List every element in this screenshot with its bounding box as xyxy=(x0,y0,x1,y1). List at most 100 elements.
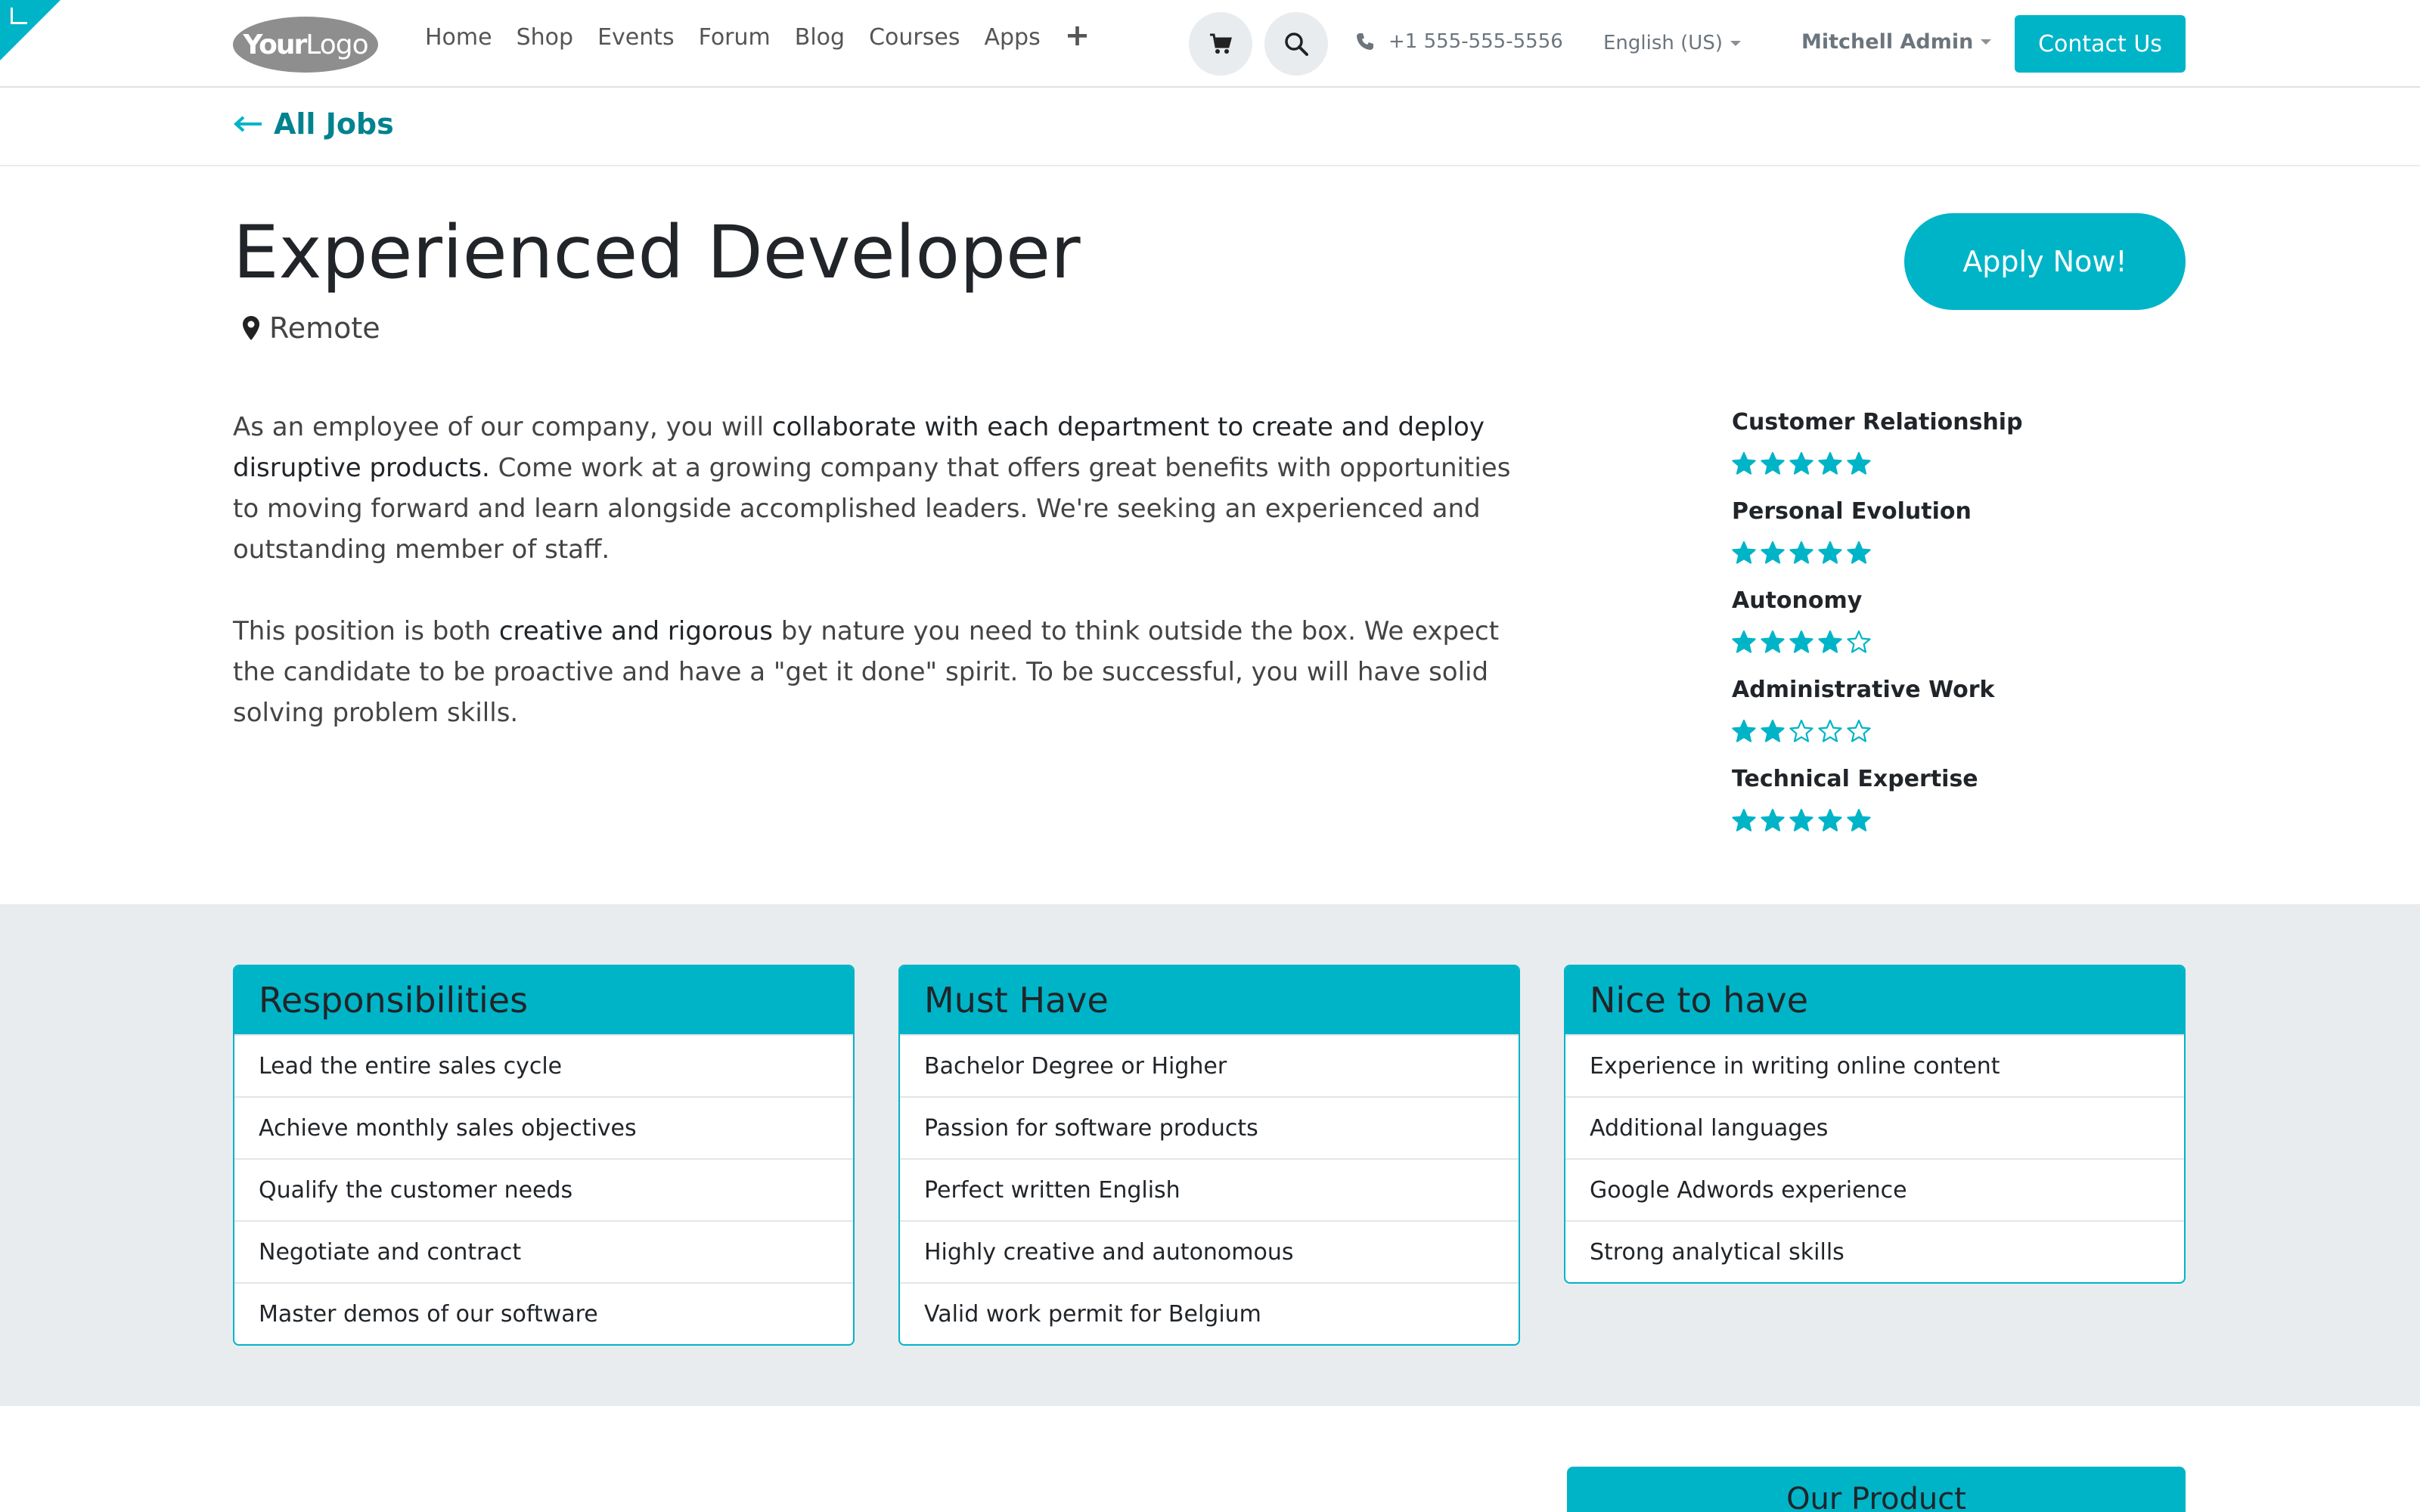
star-empty-icon xyxy=(1818,719,1842,742)
rating-stars xyxy=(1732,797,2110,851)
card-must-have: Must Have Bachelor Degree or Higher Pass… xyxy=(898,965,1520,1346)
description-highlight: creative and rigorous xyxy=(498,616,773,646)
list-item: Negotiate and contract xyxy=(234,1220,853,1282)
rating-stars xyxy=(1732,440,2110,494)
all-jobs-link[interactable]: All Jobs xyxy=(233,107,394,141)
card-title: Must Have xyxy=(900,966,1519,1034)
language-label: English (US) xyxy=(1603,32,1723,54)
list-item: Bachelor Degree or Higher xyxy=(900,1034,1519,1096)
rating-administrative-work: Administrative Work xyxy=(1732,673,2110,762)
nav-home[interactable]: Home xyxy=(425,24,492,51)
star-filled-icon xyxy=(1847,451,1871,475)
nav-shop[interactable]: Shop xyxy=(517,24,573,51)
star-filled-icon xyxy=(1761,451,1785,475)
card-nice-to-have: Nice to have Experience in writing onlin… xyxy=(1564,965,2186,1284)
description-paragraph: This position is both creative and rigor… xyxy=(233,611,1534,733)
card-title: Responsibilities xyxy=(234,966,853,1034)
nav-blog[interactable]: Blog xyxy=(795,24,845,51)
star-filled-icon xyxy=(1732,541,1756,564)
rating-technical-expertise: Technical Expertise xyxy=(1732,762,2110,851)
logo-text-logo: Logo xyxy=(306,29,368,60)
rating-customer-relationship: Customer Relationship xyxy=(1732,405,2110,494)
map-marker-icon xyxy=(243,316,259,340)
search-button[interactable] xyxy=(1264,12,1328,76)
list-item: Qualify the customer needs xyxy=(234,1158,853,1220)
rating-label: Autonomy xyxy=(1732,587,1863,614)
phone-link[interactable]: +1 555-555-5556 xyxy=(1355,30,1563,53)
rating-autonomy: Autonomy xyxy=(1732,584,2110,673)
star-filled-icon xyxy=(1789,630,1813,653)
star-empty-icon xyxy=(1847,719,1871,742)
our-product-card: Our Product xyxy=(1567,1467,2186,1512)
job-title: Experienced Developer xyxy=(233,210,1081,295)
job-location: Remote xyxy=(242,311,380,345)
star-filled-icon xyxy=(1789,451,1813,475)
rating-label: Administrative Work xyxy=(1732,677,1995,703)
contact-us-button[interactable]: Contact Us xyxy=(2015,15,2186,73)
card-responsibilities: Responsibilities Lead the entire sales c… xyxy=(233,965,855,1346)
rating-label: Personal Evolution xyxy=(1732,498,1972,525)
apply-now-button[interactable]: Apply Now! xyxy=(1904,213,2186,310)
star-filled-icon xyxy=(1732,808,1756,832)
star-filled-icon xyxy=(1761,541,1785,564)
star-filled-icon xyxy=(1761,719,1785,742)
list-item: Achieve monthly sales objectives xyxy=(234,1096,853,1158)
star-filled-icon xyxy=(1732,451,1756,475)
list-item: Highly creative and autonomous xyxy=(900,1220,1519,1282)
nav-events[interactable]: Events xyxy=(597,24,675,51)
nav-forum[interactable]: Forum xyxy=(699,24,771,51)
phone-icon xyxy=(1357,33,1373,50)
list-item: Perfect written English xyxy=(900,1158,1519,1220)
site-header: Your Logo Home Shop Events Forum Blog Cou… xyxy=(0,0,2420,88)
star-filled-icon xyxy=(1732,630,1756,653)
cart-icon xyxy=(1210,33,1232,54)
star-filled-icon xyxy=(1818,630,1842,653)
star-filled-icon xyxy=(1847,541,1871,564)
list-item: Passion for software products xyxy=(900,1096,1519,1158)
list-item: Google Adwords experience xyxy=(1565,1158,2184,1220)
star-filled-icon xyxy=(1818,808,1842,832)
site-logo[interactable]: Your Logo xyxy=(233,17,378,73)
nav-apps[interactable]: Apps xyxy=(984,24,1040,51)
edit-corner-icon[interactable] xyxy=(0,0,60,60)
star-filled-icon xyxy=(1818,541,1842,564)
description-text: As an employee of our company, you will xyxy=(233,412,772,442)
star-filled-icon xyxy=(1818,451,1842,475)
logo-text-your: Your xyxy=(243,29,307,60)
chevron-down-icon xyxy=(1981,39,1992,45)
star-empty-icon xyxy=(1789,719,1813,742)
list-item: Additional languages xyxy=(1565,1096,2184,1158)
list-item: Valid work permit for Belgium xyxy=(900,1282,1519,1344)
star-filled-icon xyxy=(1789,541,1813,564)
location-label: Remote xyxy=(269,311,380,345)
star-filled-icon xyxy=(1761,808,1785,832)
rating-stars xyxy=(1732,708,2110,762)
language-selector[interactable]: English (US) xyxy=(1603,32,1741,54)
search-icon xyxy=(1285,33,1308,56)
nav-plus-icon[interactable]: + xyxy=(1065,20,1091,51)
back-bar: All Jobs xyxy=(0,89,2420,166)
list-item: Lead the entire sales cycle xyxy=(234,1034,853,1096)
user-name: Mitchell Admin xyxy=(1801,30,1974,54)
skill-ratings: Customer Relationship Personal Evolution… xyxy=(1732,405,2110,851)
job-description: As an employee of our company, you will … xyxy=(233,407,1534,774)
corner-mark-icon xyxy=(11,8,27,24)
star-filled-icon xyxy=(1789,808,1813,832)
description-text: This position is both xyxy=(233,616,499,646)
star-filled-icon xyxy=(1847,808,1871,832)
cart-button[interactable] xyxy=(1189,12,1252,76)
user-menu[interactable]: Mitchell Admin xyxy=(1801,30,1992,54)
star-filled-icon xyxy=(1732,719,1756,742)
card-title: Nice to have xyxy=(1565,966,2184,1034)
star-empty-icon xyxy=(1847,630,1871,653)
main-nav: Home Shop Events Forum Blog Courses Apps… xyxy=(425,20,1091,51)
arrow-left-icon xyxy=(234,116,262,132)
rating-label: Customer Relationship xyxy=(1732,409,2023,435)
list-item: Master demos of our software xyxy=(234,1282,853,1344)
list-item: Strong analytical skills xyxy=(1565,1220,2184,1282)
rating-stars xyxy=(1732,618,2110,673)
rating-personal-evolution: Personal Evolution xyxy=(1732,494,2110,584)
nav-courses[interactable]: Courses xyxy=(869,24,960,51)
list-item: Experience in writing online content xyxy=(1565,1034,2184,1096)
product-title: Our Product xyxy=(1786,1482,1966,1512)
